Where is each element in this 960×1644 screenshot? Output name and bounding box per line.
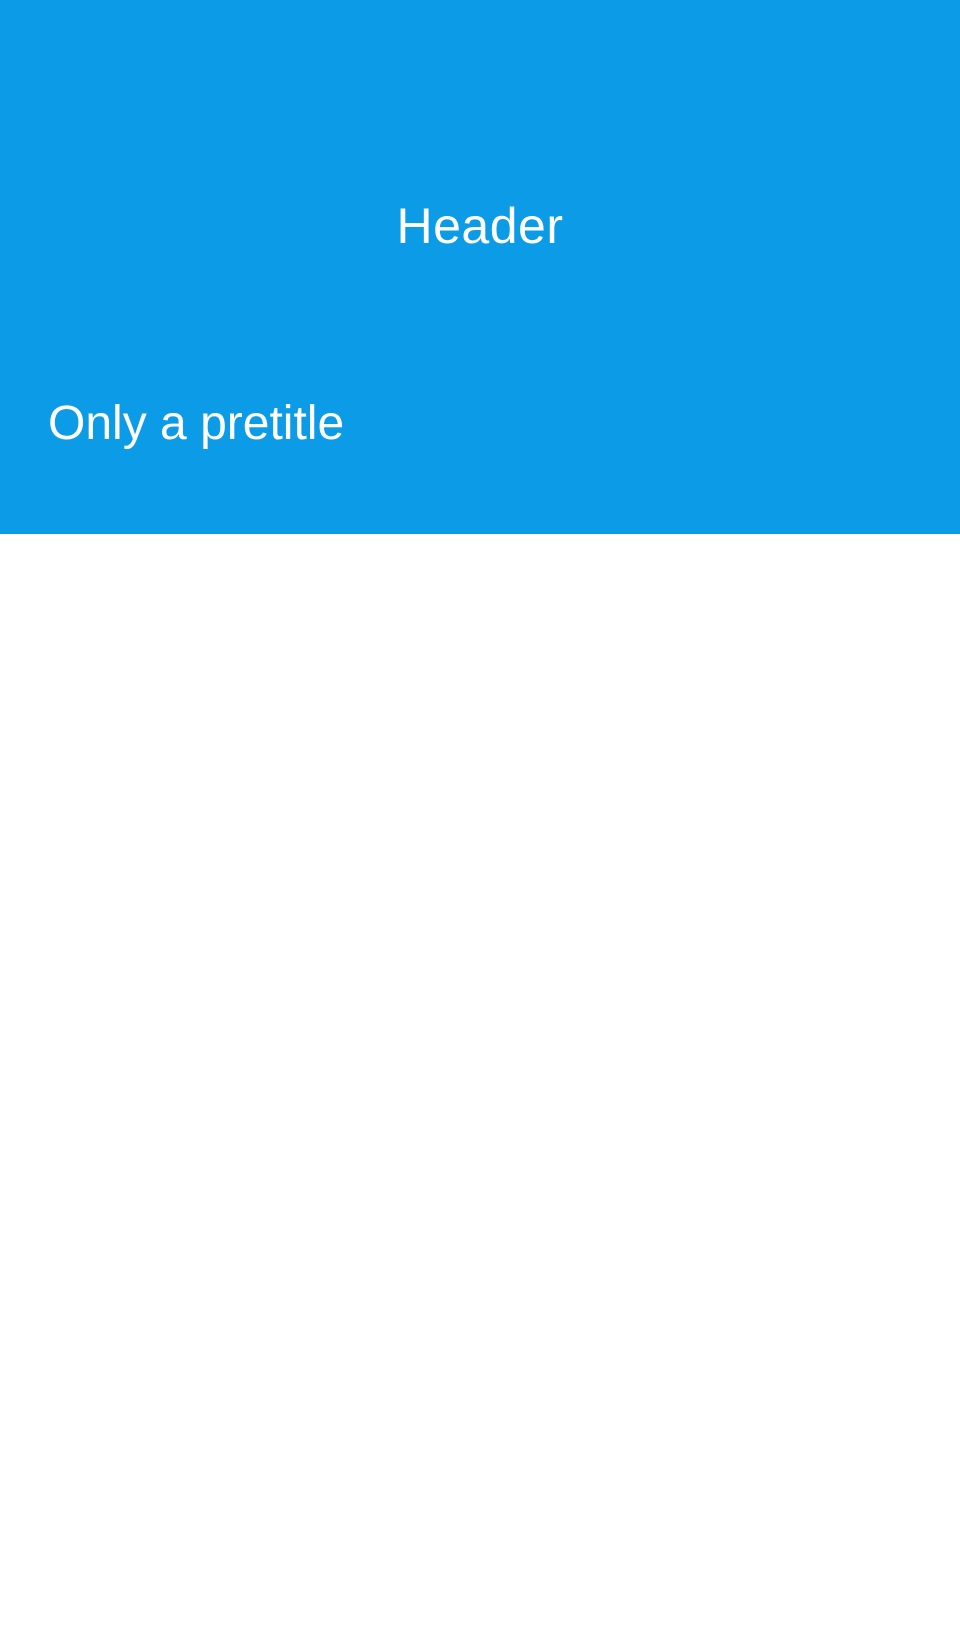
main-content-area bbox=[0, 534, 960, 1644]
header-title: Header bbox=[396, 198, 564, 254]
pretitle-text: Only a pretitle bbox=[48, 397, 345, 450]
hero-header: Header Only a pretitle bbox=[0, 0, 960, 534]
page: Header Only a pretitle bbox=[0, 0, 960, 1644]
